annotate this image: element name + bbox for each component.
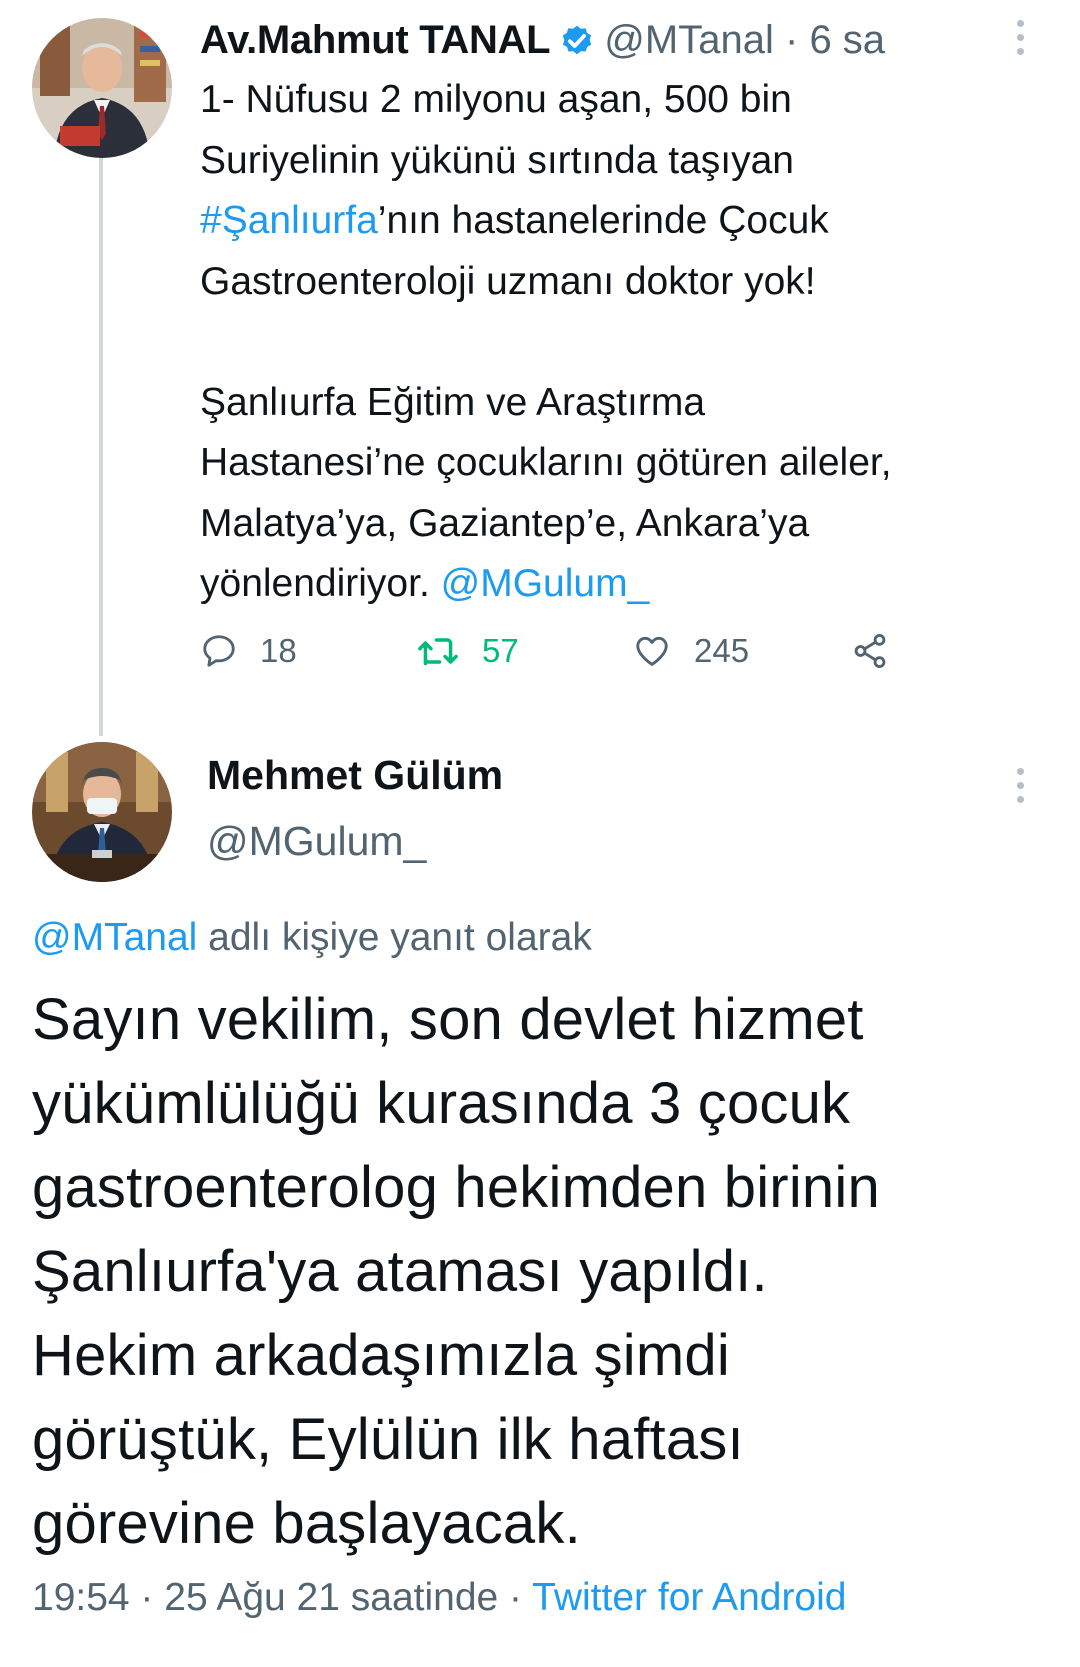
text-line: Hekim arkadaşımızla şimdi bbox=[32, 1323, 730, 1388]
retweet-count: 57 bbox=[482, 632, 519, 669]
tweet-actions: 18 57 245 bbox=[200, 632, 920, 682]
author-avatar-mtanal[interactable] bbox=[32, 18, 172, 158]
text-line: görevine başlayacak. bbox=[32, 1491, 581, 1556]
text-line: Şanlıurfa Eğitim ve Araştırma bbox=[200, 380, 706, 424]
tweet-timestamp-row: 19:54 · 25 Ağu 21 saatinde · Twitter for… bbox=[32, 1576, 846, 1620]
thread-connector-line bbox=[99, 156, 103, 736]
text-line: yükümlülüğü kurasında 3 çocuk bbox=[32, 1071, 851, 1136]
more-vertical-icon[interactable] bbox=[1010, 20, 1030, 55]
reply-to-label: adlı kişiye yanıt olarak bbox=[197, 916, 592, 959]
reply-bubble-icon bbox=[203, 635, 235, 667]
tweet-text: 1- Nüfusu 2 milyonu aşan, 500 bin Suriye… bbox=[200, 70, 1030, 615]
author-avatar-mgulum[interactable] bbox=[32, 742, 172, 882]
text-line: Şanlıurfa'ya ataması yapıldı. bbox=[32, 1239, 768, 1304]
hashtag-link[interactable]: #Şanlıurfa bbox=[200, 199, 378, 242]
author-handle[interactable]: @MTanal bbox=[604, 18, 774, 63]
text-line: ’nın hastanelerinde Çocuk bbox=[377, 199, 829, 242]
retweet-button[interactable]: 57 bbox=[416, 632, 519, 670]
text-line: 1- Nüfusu 2 milyonu aşan, 500 bin bbox=[200, 78, 792, 121]
meta-separator: · bbox=[784, 17, 799, 62]
tweet-time[interactable]: 6 sa bbox=[809, 18, 885, 63]
author-name[interactable]: Mehmet Gülüm bbox=[207, 752, 503, 799]
avatar-photo bbox=[32, 742, 172, 882]
reply-to-mention-link[interactable]: @MTanal bbox=[32, 916, 197, 959]
text-line: yönlendiriyor. bbox=[200, 562, 441, 605]
text-line: görüştük, Eylülün ilk haftası bbox=[32, 1407, 744, 1472]
text-line: Hastanesi’ne çocuklarını götüren aileler… bbox=[200, 441, 892, 484]
source-app-link[interactable]: Twitter for Android bbox=[532, 1576, 846, 1619]
text-line: gastroenterolog hekimden birinin bbox=[32, 1155, 880, 1220]
tweet-paragraph-2: Şanlıurfa Eğitim ve Araştırma Hastanesi’… bbox=[200, 373, 1030, 615]
author-name[interactable]: Av.Mahmut TANAL bbox=[200, 18, 551, 63]
mention-link[interactable]: @MGulum_ bbox=[441, 562, 650, 605]
heart-icon bbox=[636, 636, 668, 666]
share-icon bbox=[854, 634, 886, 668]
text-line: Suriyelinin yükünü sırtında taşıyan bbox=[200, 138, 794, 182]
avatar-photo bbox=[32, 18, 172, 158]
reply-count: 18 bbox=[260, 632, 297, 669]
author-handle[interactable]: @MGulum_ bbox=[207, 818, 426, 865]
verified-badge-icon bbox=[563, 25, 592, 55]
tweet-timestamp[interactable]: 19:54 · 25 Ağu 21 saatinde · bbox=[32, 1576, 532, 1619]
reply-button[interactable]: 18 bbox=[200, 632, 297, 670]
retweet-icon bbox=[418, 638, 458, 666]
like-button[interactable]: 245 bbox=[632, 632, 749, 670]
tweet-text: Sayın vekilim, son devlet hizmet yükümlü… bbox=[32, 978, 1062, 1566]
text-line: Gastroenteroloji uzmanı doktor yok! bbox=[200, 259, 816, 303]
reply-context: @MTanal adlı kişiye yanıt olarak bbox=[32, 916, 592, 960]
more-vertical-icon[interactable] bbox=[1010, 768, 1030, 803]
tweet-paragraph-1: 1- Nüfusu 2 milyonu aşan, 500 bin Suriye… bbox=[200, 70, 1030, 312]
share-button[interactable] bbox=[850, 632, 890, 670]
text-line: Malatya’ya, Gaziantep’e, Ankara’ya bbox=[200, 501, 810, 545]
like-count: 245 bbox=[694, 632, 750, 669]
tweet-header: Av.Mahmut TANAL @MTanal · 6 sa bbox=[200, 10, 1020, 70]
text-line: Sayın vekilim, son devlet hizmet bbox=[32, 987, 864, 1052]
